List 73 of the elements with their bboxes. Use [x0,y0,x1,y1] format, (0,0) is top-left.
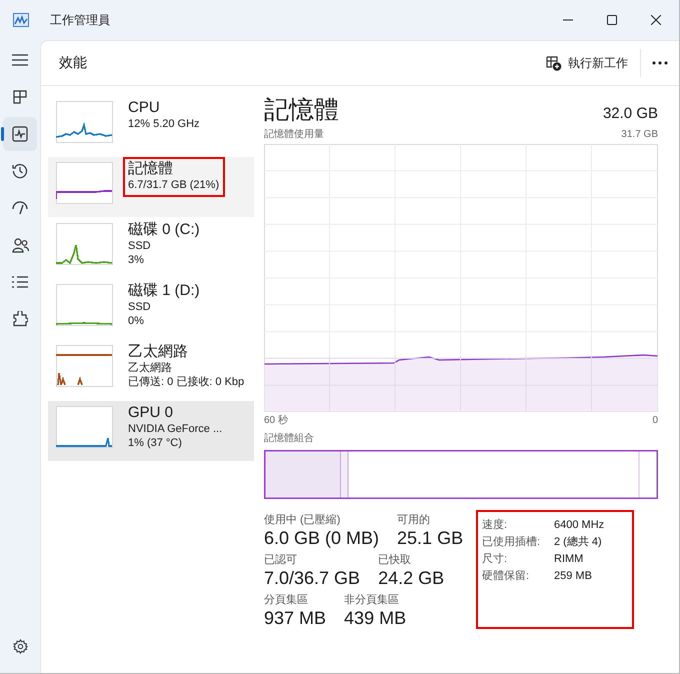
device-detail: 12% 5.20 GHz [128,117,200,131]
device-name: 乙太網路 [128,342,189,361]
sparkline-chart [56,345,113,387]
stat-label: 已快取 [378,553,412,567]
stat-value: 439 MB [344,607,406,629]
nav-button[interactable] [3,116,37,150]
chart-label: 記憶體使用量 [264,128,324,141]
device-item[interactable]: 磁碟 0 (C:) SSD 3% [48,218,254,278]
device-item[interactable]: 磁碟 1 (D:) SSD 0% [48,279,254,339]
device-detail: NVIDIA GeForce ... [128,422,222,436]
device-name: 磁碟 0 (C:) [128,220,200,239]
pulse-icon [12,126,28,142]
device-detail: 6.7/31.7 GB (21%) [128,178,220,192]
spec-value: 2 (總共 4) [554,535,603,550]
device-detail: SSD [128,300,152,314]
axis-end-label: 0 [652,414,658,427]
history-icon [12,162,28,178]
spec-label: 硬體保留: [482,569,530,584]
device-detail: SSD [128,239,152,253]
device-detail: 乙太網路 [128,361,173,375]
more-icon [652,61,668,65]
window-title: 工作管理員 [50,12,110,28]
page-title: 效能 [59,54,87,72]
stat-value: 7.0/36.7 GB [264,567,360,589]
device-item[interactable]: 記憶體 6.7/31.7 GB (21%) [48,157,254,217]
device-item[interactable]: 乙太網路 乙太網路 已傳送: 0 已接收: 0 Kbp [48,340,254,400]
stat-label: 使用中 (已壓縮) [264,513,342,527]
device-item[interactable]: CPU 12% 5.20 GHz [48,96,254,156]
stat-label: 非分頁集區 [344,593,400,607]
device-detail: 0% [128,314,145,328]
sparkline-chart [56,406,113,448]
stat-label: 可用的 [397,513,432,527]
detail-title: 記憶體 [264,95,339,126]
spec-label: 尺寸: [482,552,508,567]
device-detail: 已傳送: 0 已接收: 0 Kbp [128,375,244,389]
total-memory: 32.0 GB [602,105,658,122]
sparkline-chart [56,284,113,326]
users-icon [12,236,28,252]
device-item[interactable]: GPU 0 NVIDIA GeForce ... 1% (37 °C) [48,401,254,461]
settings-icon [12,639,28,654]
spec-value: 6400 MHz [554,518,604,533]
speedometer-icon [12,200,28,214]
add-window-icon [546,56,562,70]
stat-label: 分頁集區 [264,593,309,607]
stat-value: 25.1 GB [397,527,464,549]
device-name: 記憶體 [128,159,174,178]
axis-start-label: 60 秒 [264,414,288,427]
sparkline-chart [56,162,113,204]
maximize-icon [607,15,617,25]
sparkline-chart [56,101,113,143]
device-detail: 3% [128,253,145,267]
menu-icon [12,54,28,66]
stat-label: 已認可 [264,553,298,567]
spec-label: 已使用插槽: [482,535,542,550]
sparkline-chart [56,223,113,265]
composition-label: 記憶體組合 [264,432,315,445]
run-new-task-button[interactable]: 執行新工作 [540,50,634,76]
axis-max-label: 31.7 GB [621,128,658,141]
grid-icon [13,90,27,104]
spec-value: RIMM [554,552,584,567]
device-name: 磁碟 1 (D:) [128,281,200,300]
spec-value: 259 MB [554,569,593,584]
stat-value: 24.2 GB [378,567,444,589]
close-icon [651,15,661,25]
spec-label: 速度: [482,518,508,533]
stat-value: 6.0 GB (0 MB) [264,527,380,549]
device-name: GPU 0 [128,403,174,422]
chart-icon [13,13,29,27]
device-name: CPU [128,98,161,117]
stat-value: 937 MB [264,607,326,629]
device-detail: 1% (37 °C) [128,436,183,450]
list-icon [12,276,28,288]
puzzle-icon [12,310,28,326]
